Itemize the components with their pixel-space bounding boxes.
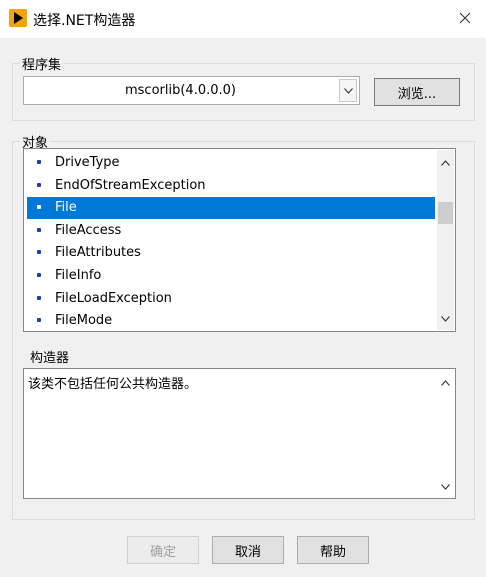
chevron-down-icon <box>343 87 353 94</box>
list-item-label: FileLoadException <box>55 290 172 306</box>
bullet-icon <box>37 160 41 164</box>
scroll-thumb[interactable] <box>438 202 453 225</box>
list-item-label: FileInfo <box>55 268 102 283</box>
list-item[interactable]: FileMode <box>27 310 435 331</box>
browse-button[interactable]: 浏览... <box>374 78 460 106</box>
bullet-icon <box>37 273 41 277</box>
bullet-icon <box>37 295 41 300</box>
scroll-up-button[interactable] <box>437 154 454 171</box>
constructors-label: 构造器 <box>28 347 72 366</box>
close-button[interactable] <box>450 4 480 32</box>
list-item-label: FileMode <box>55 313 113 329</box>
cancel-button[interactable]: 取消 <box>212 536 284 564</box>
scroll-down-button[interactable] <box>437 478 454 495</box>
bullet-icon <box>37 250 41 255</box>
window-title: 选择.NET构造器 <box>33 13 136 29</box>
scroll-down-button[interactable] <box>437 310 454 327</box>
labview-run-arrow-icon <box>9 9 27 27</box>
assembly-dropdown[interactable]: mscorlib(4.0.0.0) <box>23 76 360 105</box>
list-item[interactable]: File <box>27 197 435 220</box>
title-bar: 选择.NET构造器 <box>0 0 486 38</box>
list-item[interactable]: EndOfStreamException <box>27 175 435 197</box>
help-button[interactable]: 帮助 <box>297 536 369 564</box>
constructors-textbox[interactable]: 该类不包括任何公共构造器。 <box>23 368 456 499</box>
assembly-group-label: 程序集 <box>20 54 64 73</box>
objects-list[interactable]: DriveType EndOfStreamException File FileAcc… <box>23 148 456 332</box>
list-item-label: EndOfStreamException <box>55 177 206 193</box>
bullet-icon <box>37 205 41 210</box>
close-icon <box>459 12 471 24</box>
chevron-up-icon <box>441 379 450 386</box>
assembly-dropdown-value: mscorlib(4.0.0.0) <box>125 83 236 98</box>
list-item[interactable]: FileLoadException <box>27 288 435 310</box>
objects-list-scrollbar[interactable] <box>437 150 454 330</box>
list-item-label: DriveType <box>55 155 120 170</box>
constructors-text: 该类不包括任何公共构造器。 <box>28 377 198 392</box>
list-item[interactable]: DriveType <box>27 152 435 174</box>
chevron-up-icon <box>441 159 450 166</box>
list-item-label: File <box>55 200 77 216</box>
bullet-icon <box>37 227 41 232</box>
constructors-scrollbar[interactable] <box>437 370 454 497</box>
list-item-label: FileAttributes <box>55 245 141 261</box>
assembly-dropdown-button[interactable] <box>339 79 357 102</box>
list-item-label: FileAccess <box>55 222 122 238</box>
list-item[interactable]: FileAttributes <box>27 242 435 264</box>
scroll-up-button[interactable] <box>437 374 454 391</box>
list-item[interactable]: FileInfo <box>27 265 435 287</box>
chevron-down-icon <box>441 315 450 322</box>
bullet-icon <box>37 318 41 323</box>
bullet-icon <box>37 182 41 187</box>
list-item[interactable]: FileAccess <box>27 220 435 242</box>
chevron-down-icon <box>441 483 450 490</box>
ok-button[interactable]: 确定 <box>127 536 199 564</box>
